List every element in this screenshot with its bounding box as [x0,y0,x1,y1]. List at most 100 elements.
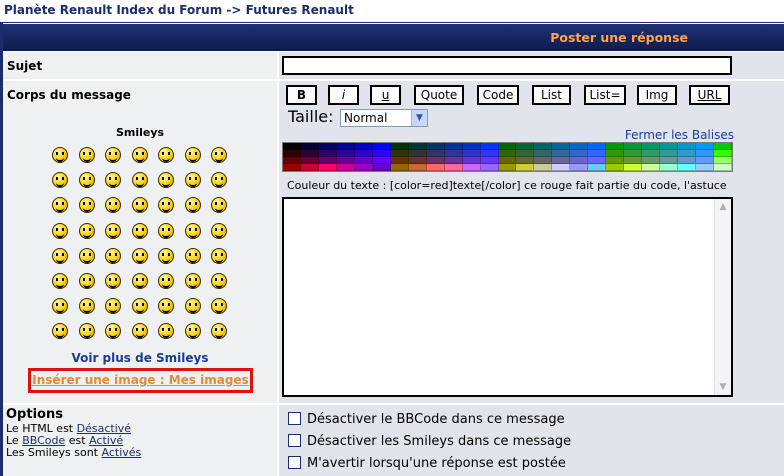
color-swatch[interactable] [696,157,715,164]
smiley-icon[interactable] [52,172,68,189]
ordered-list-button[interactable]: List= [584,85,626,105]
breadcrumb-index-link[interactable]: Planète Renault Index du Forum [4,3,222,17]
color-swatch[interactable] [624,143,643,150]
bold-button[interactable]: B [286,85,317,105]
smiley-icon[interactable] [184,272,201,289]
smiley-icon[interactable] [211,222,227,239]
color-swatch[interactable] [444,157,463,164]
smiley-icon[interactable] [131,222,148,239]
color-swatch[interactable] [534,157,553,164]
color-swatch[interactable] [534,143,553,150]
color-swatch[interactable] [624,150,643,157]
smiley-icon[interactable] [52,247,68,264]
color-swatch[interactable] [480,164,499,171]
color-swatch[interactable] [678,150,697,157]
color-swatch[interactable] [498,143,517,150]
color-swatch[interactable] [660,143,679,150]
smiley-icon[interactable] [184,222,201,239]
color-swatch[interactable] [534,150,553,157]
smiley-icon[interactable] [78,298,95,315]
smiley-icon[interactable] [105,272,121,289]
color-swatch[interactable] [390,164,409,171]
color-swatch[interactable] [318,143,337,150]
smiley-icon[interactable] [158,323,174,340]
color-swatch[interactable] [642,150,661,157]
color-swatch[interactable] [624,164,643,171]
smiley-icon[interactable] [52,197,68,214]
smiley-icon[interactable] [184,147,201,163]
smiley-icon[interactable] [131,197,148,214]
color-swatch[interactable] [606,143,625,150]
textarea-scrollbar[interactable]: ▲ ▼ [714,199,731,395]
smiley-icon[interactable] [105,147,121,163]
smiley-icon[interactable] [211,298,227,315]
color-swatch[interactable] [714,164,732,171]
color-swatch[interactable] [498,150,517,157]
smiley-icon[interactable] [131,272,148,289]
smiley-icon[interactable] [158,147,174,163]
smiley-icon[interactable] [184,298,201,315]
subject-input[interactable] [282,56,732,75]
color-swatch[interactable] [318,150,337,157]
color-swatch[interactable] [300,164,319,171]
smiley-icon[interactable] [131,172,148,189]
smiley-icon[interactable] [78,247,95,264]
color-swatch[interactable] [336,164,355,171]
disable-smileys-option[interactable]: Désactiver les Smileys dans ce message [288,434,571,449]
color-swatch[interactable] [678,157,697,164]
color-swatch[interactable] [588,164,607,171]
color-swatch[interactable] [426,157,445,164]
smiley-icon[interactable] [184,197,201,214]
disable-smileys-checkbox[interactable] [288,434,301,447]
color-swatch[interactable] [534,164,553,171]
notify-reply-option[interactable]: M'avertir lorsqu'une réponse est postée [288,456,566,471]
smiley-icon[interactable] [105,247,121,264]
smiley-icon[interactable] [211,247,227,264]
smiley-icon[interactable] [158,172,174,189]
color-swatch[interactable] [283,150,301,157]
smiley-icon[interactable] [78,197,95,214]
image-button[interactable]: Img [637,85,677,105]
italic-button[interactable]: i [328,85,359,105]
smiley-icon[interactable] [211,197,227,214]
color-swatch[interactable] [408,157,427,164]
smiley-icon[interactable] [78,323,95,340]
color-swatch[interactable] [408,164,427,171]
breadcrumb-current-link[interactable]: Futures Renault [246,3,354,17]
color-swatch[interactable] [516,143,535,150]
smiley-icon[interactable] [78,172,95,189]
color-swatch[interactable] [552,164,571,171]
color-swatch[interactable] [283,157,301,164]
color-swatch[interactable] [606,157,625,164]
smiley-icon[interactable] [184,323,201,340]
smiley-icon[interactable] [131,247,148,264]
color-swatch[interactable] [660,157,679,164]
color-swatch[interactable] [462,157,481,164]
color-swatch[interactable] [372,157,391,164]
color-swatch[interactable] [642,157,661,164]
color-swatch[interactable] [642,143,661,150]
color-swatch[interactable] [444,150,463,157]
smiley-icon[interactable] [211,147,227,163]
font-size-select[interactable]: Normal ▼ [340,109,428,127]
color-swatch[interactable] [660,164,679,171]
close-tags-link[interactable]: Fermer les Balises [625,128,734,142]
color-swatch[interactable] [570,164,589,171]
smiley-icon[interactable] [52,147,68,163]
smiley-icon[interactable] [52,272,68,289]
color-swatch[interactable] [516,164,535,171]
smiley-icon[interactable] [158,298,174,315]
color-swatch[interactable] [480,157,499,164]
color-swatch[interactable] [642,164,661,171]
color-swatch[interactable] [300,150,319,157]
smiley-icon[interactable] [211,272,227,289]
disable-bbcode-option[interactable]: Désactiver le BBCode dans ce message [288,412,565,427]
disable-bbcode-checkbox[interactable] [288,412,301,425]
notify-reply-checkbox[interactable] [288,456,301,469]
quote-button[interactable]: Quote [414,85,464,105]
color-swatch[interactable] [408,150,427,157]
smiley-icon[interactable] [78,272,95,289]
color-swatch[interactable] [696,150,715,157]
color-swatch[interactable] [552,157,571,164]
smiley-icon[interactable] [105,172,121,189]
